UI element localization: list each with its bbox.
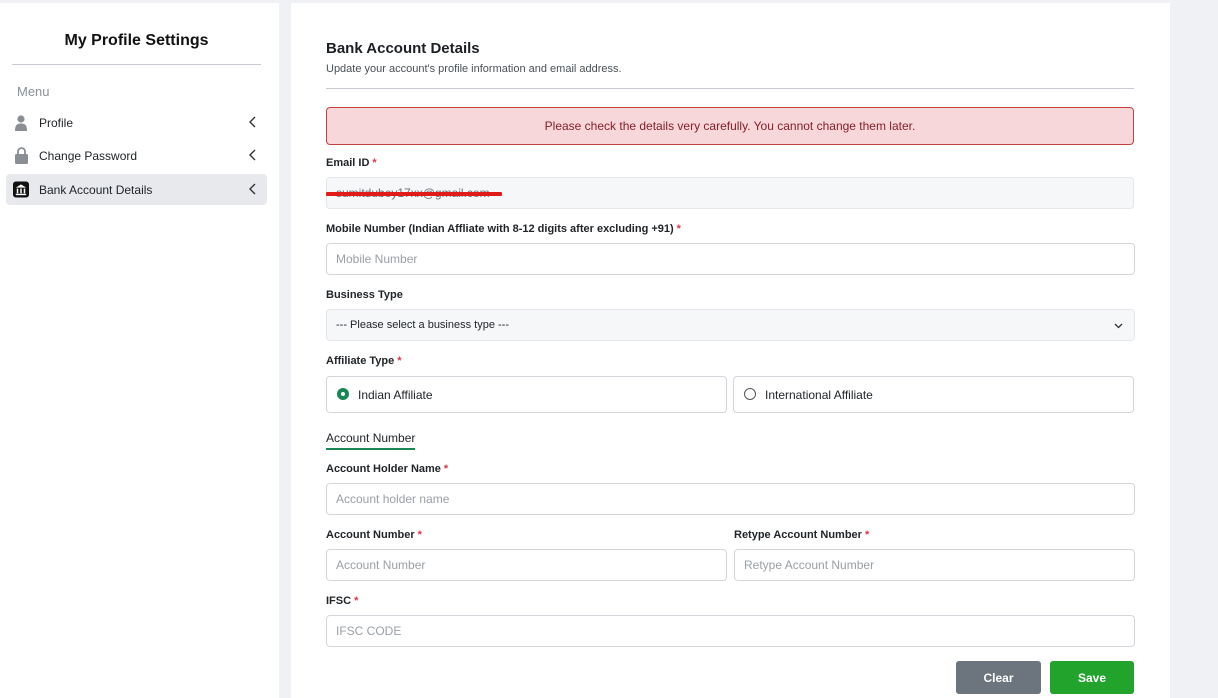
- radio-unchecked-icon: [744, 387, 756, 400]
- ifsc-input[interactable]: IFSC CODE: [326, 615, 1135, 647]
- radio-indian-affiliate[interactable]: Indian Affiliate: [326, 376, 727, 413]
- chevron-down-icon: [1114, 323, 1123, 329]
- sidebar-item-label: Change Password: [39, 148, 138, 163]
- email-value: sumitdubey17xx@gmail.com: [326, 186, 502, 200]
- required-mark: *: [417, 529, 422, 541]
- radio-checked-icon: [337, 387, 349, 400]
- retype-account-number-label: Retype Account Number *: [734, 529, 869, 541]
- business-type-value: --- Please select a business type ---: [336, 319, 510, 331]
- radio-label: International Affiliate: [765, 387, 873, 402]
- account-number-label-text: Account Number: [326, 529, 415, 541]
- sidebar-divider: [12, 64, 261, 65]
- warning-alert: Please check the details very carefully.…: [326, 107, 1134, 145]
- redaction-mark: [326, 192, 502, 196]
- save-button[interactable]: Save: [1050, 661, 1134, 694]
- page-subtitle: Update your account's profile informatio…: [326, 63, 622, 75]
- email-field: sumitdubey17xx@gmail.com: [326, 177, 1134, 209]
- mobile-placeholder: Mobile Number: [336, 252, 418, 266]
- lock-icon: [13, 147, 29, 165]
- business-type-label: Business Type: [326, 289, 403, 301]
- retype-account-number-input[interactable]: Retype Account Number: [734, 549, 1135, 581]
- account-holder-input[interactable]: Account holder name: [326, 483, 1135, 515]
- required-mark: *: [676, 223, 681, 235]
- user-icon: [13, 114, 29, 132]
- affiliate-type-label-text: Affiliate Type: [326, 355, 395, 367]
- sidebar-item-label: Profile: [39, 115, 74, 130]
- account-number-input[interactable]: Account Number: [326, 549, 727, 581]
- required-mark: *: [372, 157, 377, 169]
- account-holder-placeholder: Account holder name: [336, 492, 450, 506]
- clear-button[interactable]: Clear: [956, 661, 1041, 694]
- sidebar-item-label: Bank Account Details: [39, 182, 153, 197]
- tab-account-number[interactable]: Account Number: [326, 431, 416, 450]
- page-title: Bank Account Details: [326, 40, 480, 57]
- sidebar-item-change-password[interactable]: Change Password: [6, 140, 267, 171]
- ifsc-label: IFSC *: [326, 595, 358, 607]
- affiliate-type-label: Affiliate Type *: [326, 355, 402, 367]
- email-label-text: Email ID: [326, 157, 370, 169]
- sidebar-item-profile[interactable]: Profile: [6, 107, 267, 138]
- required-mark: *: [443, 463, 449, 475]
- ifsc-label-text: IFSC: [326, 595, 352, 607]
- sidebar: My Profile Settings Menu Profile Change …: [0, 3, 279, 698]
- page-divider: [326, 88, 1134, 89]
- radio-international-affiliate[interactable]: International Affiliate: [733, 376, 1134, 413]
- mobile-label: Mobile Number (Indian Affliate with 8-12…: [326, 223, 681, 235]
- retype-account-number-placeholder: Retype Account Number: [744, 558, 875, 572]
- business-type-select[interactable]: --- Please select a business type ---: [326, 309, 1135, 341]
- email-label: Email ID *: [326, 157, 377, 169]
- account-holder-label-text: Account Holder Name: [326, 463, 441, 475]
- account-number-placeholder: Account Number: [336, 558, 426, 572]
- mobile-number-input[interactable]: Mobile Number: [326, 243, 1135, 275]
- bank-icon: [13, 181, 29, 199]
- chevron-left-icon: [249, 116, 256, 128]
- required-mark: *: [354, 595, 359, 607]
- retype-account-number-label-text: Retype Account Number: [734, 529, 862, 541]
- sidebar-item-bank-account-details[interactable]: Bank Account Details: [6, 174, 267, 205]
- main-panel: Bank Account Details Update your account…: [291, 3, 1170, 698]
- required-mark: *: [864, 529, 870, 541]
- required-mark: *: [397, 355, 402, 367]
- sidebar-title: My Profile Settings: [64, 32, 209, 49]
- sidebar-menu-label: Menu: [17, 84, 50, 99]
- radio-label: Indian Affiliate: [358, 387, 433, 402]
- ifsc-placeholder: IFSC CODE: [336, 624, 402, 638]
- alert-text: Please check the details very carefully.…: [544, 119, 916, 133]
- account-number-label: Account Number *: [326, 529, 422, 541]
- mobile-label-text: Mobile Number (Indian Affliate with 8-12…: [326, 223, 674, 235]
- chevron-left-icon: [249, 183, 256, 195]
- chevron-left-icon: [249, 149, 256, 161]
- account-holder-label: Account Holder Name *: [326, 463, 448, 475]
